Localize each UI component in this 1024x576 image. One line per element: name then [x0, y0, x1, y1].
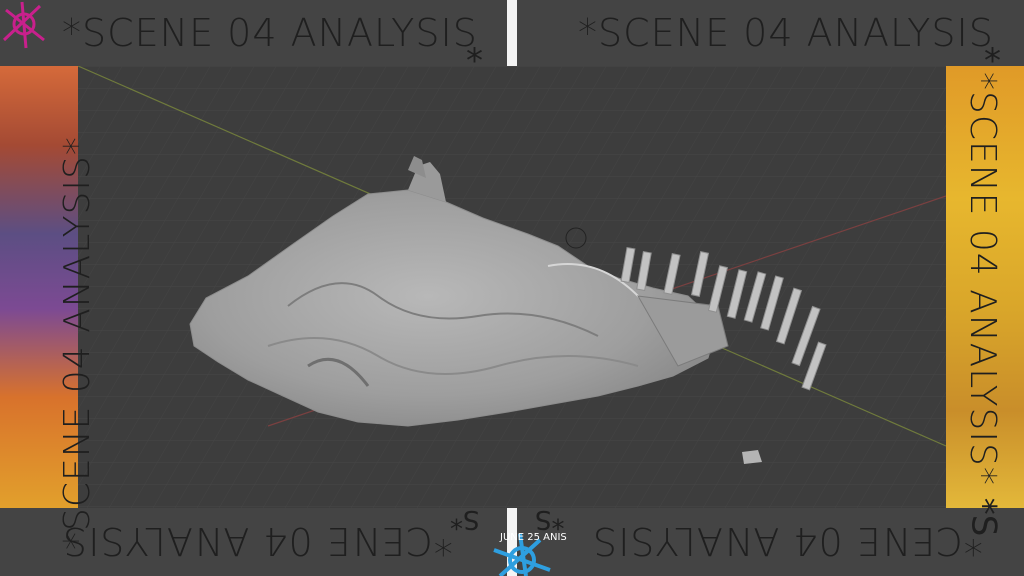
banner-top-right: *SCENE 04 ANALYSIS [578, 11, 994, 55]
banner-bottom-right: *CENE 04 ANALYSIS [592, 519, 983, 563]
3d-viewport[interactable] [78, 66, 946, 508]
top-divider [507, 0, 517, 66]
banner-top-left: *SCENE 04 ANALYSIS [62, 11, 478, 55]
logo-star-icon [2, 1, 45, 49]
logo-star-icon: JUNE 25 ANIS [493, 532, 567, 576]
banner-right-star-top: * [984, 41, 1001, 81]
viewport-render [78, 66, 946, 508]
logo-text: JUNE 25 ANIS [499, 532, 567, 543]
banner-right-vertical: *SCENE 04 ANALYSIS* [962, 72, 1003, 486]
banner-top-star: * [466, 41, 483, 81]
banner-bottom-left: *CENE 04 ANALYSIS [62, 519, 453, 563]
banner-left-vertical: *SCENE 04 ANALYSIS* [57, 136, 98, 550]
scene-frame: *SCENE 04 ANALYSIS * *SCENE 04 ANALYSIS … [0, 0, 1024, 576]
